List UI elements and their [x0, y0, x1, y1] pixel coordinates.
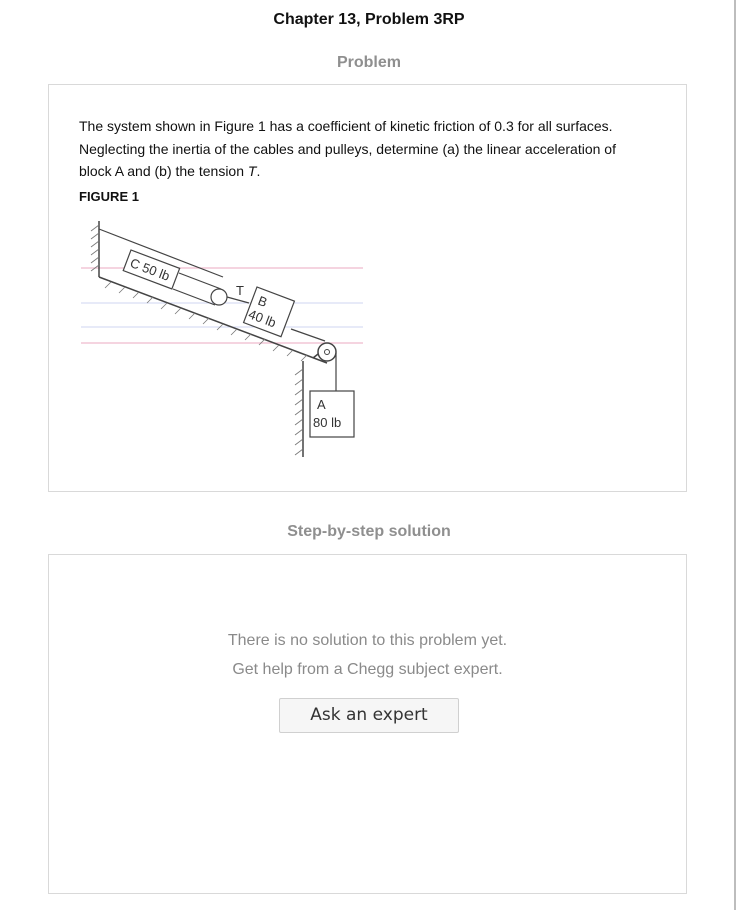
figure-1-diagram: C 50 lb T B 40 lb A 80 lb [81, 221, 363, 457]
no-solution-message: There is no solution to this problem yet… [227, 632, 508, 649]
block-a: A 80 lb [309, 390, 355, 438]
block-a-weight: 80 lb [313, 415, 341, 430]
pulley [317, 342, 337, 362]
problem-statement: The system shown in Figure 1 has a coeff… [79, 118, 616, 179]
ask-an-expert-button[interactable]: Ask an expert [279, 698, 459, 733]
vertical-wall [294, 361, 304, 457]
block-a-letter: A [317, 397, 326, 412]
inclined-surface [98, 276, 328, 364]
roller [172, 272, 228, 306]
figure-label: FIGURE 1 [79, 189, 139, 204]
chapter-title: Chapter 13, Problem 3RP [273, 11, 465, 28]
block-b: B 40 lb [242, 286, 296, 338]
solution-card: There is no solution to this problem yet… [48, 554, 687, 894]
page-right-border [734, 0, 736, 910]
solution-heading: Step-by-step solution [287, 523, 451, 540]
problem-heading: Problem [336, 54, 401, 71]
block-c: C 50 lb [122, 249, 181, 290]
expert-help-message: Get help from a Chegg subject expert. [232, 661, 503, 678]
incline-cable [290, 328, 326, 342]
tension-label: T [236, 283, 244, 298]
problem-card: The system shown in Figure 1 has a coeff… [48, 84, 687, 492]
